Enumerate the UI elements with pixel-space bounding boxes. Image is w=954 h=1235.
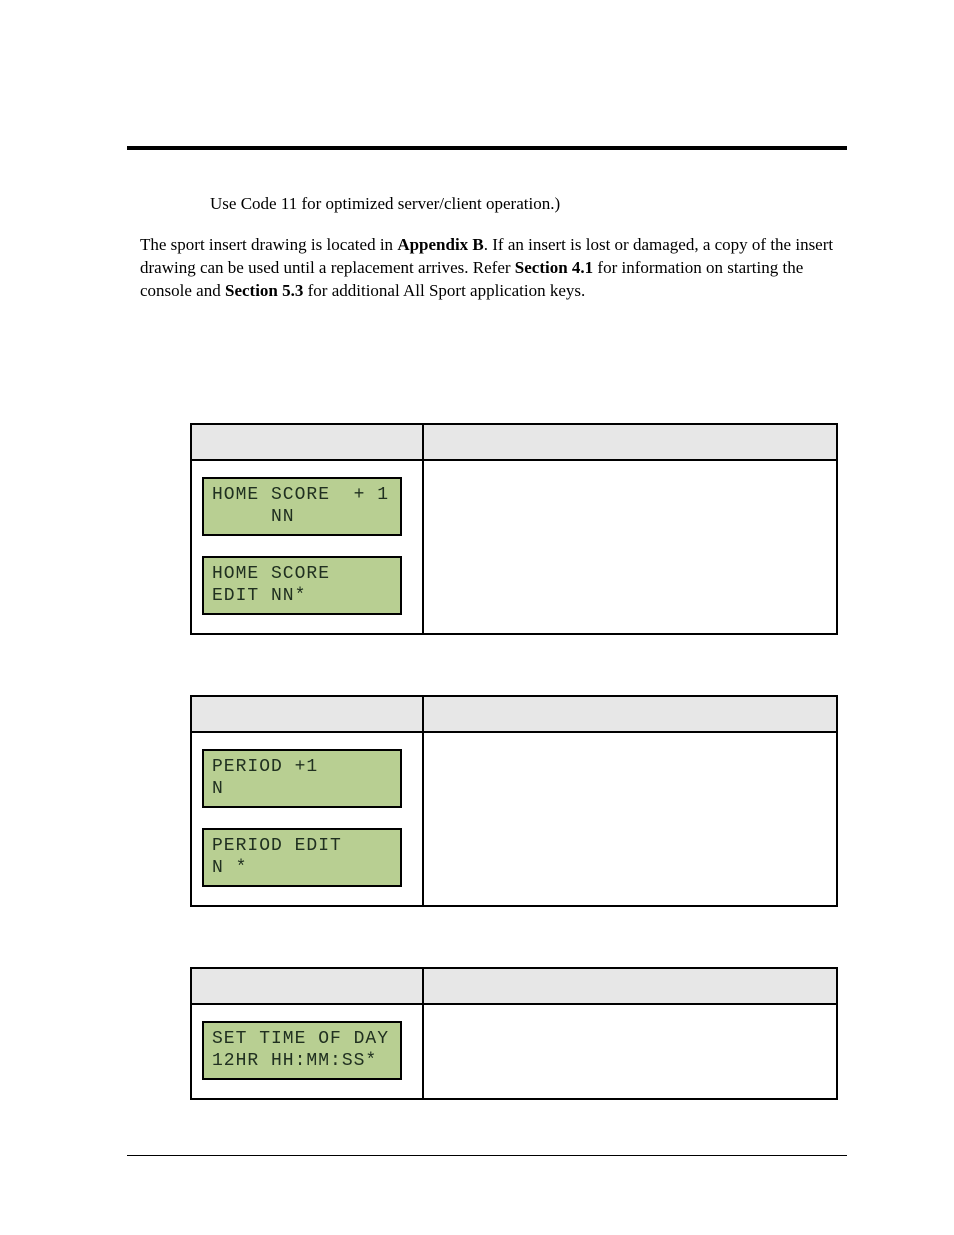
para-text: for additional All Sport application key… [303, 281, 585, 300]
lcd-display: SET TIME OF DAY 12HR HH:MM:SS* [202, 1021, 402, 1080]
description-cell [423, 732, 837, 906]
table-row: HOME SCORE + 1 NN HOME SCORE EDIT NN* [191, 460, 837, 634]
lcd-table-1: HOME SCORE + 1 NN HOME SCORE EDIT NN* [190, 423, 838, 635]
lcd-display: HOME SCORE EDIT NN* [202, 556, 402, 615]
section-ref-53: Section 5.3 [225, 281, 303, 300]
lcd-cell: SET TIME OF DAY 12HR HH:MM:SS* [191, 1004, 423, 1099]
body-paragraph: The sport insert drawing is located in A… [140, 234, 847, 303]
intro-line: Use Code 11 for optimized server/client … [210, 193, 847, 216]
table-header-right [423, 424, 837, 460]
table-header-left [191, 968, 423, 1004]
page: Use Code 11 for optimized server/client … [0, 0, 954, 1235]
lcd-cell: PERIOD +1 N PERIOD EDIT N * [191, 732, 423, 906]
table-header-left [191, 424, 423, 460]
table-header-right [423, 696, 837, 732]
bottom-rule [127, 1155, 847, 1156]
table-row: PERIOD +1 N PERIOD EDIT N * [191, 732, 837, 906]
lcd-table-3: SET TIME OF DAY 12HR HH:MM:SS* [190, 967, 838, 1100]
lcd-cell: HOME SCORE + 1 NN HOME SCORE EDIT NN* [191, 460, 423, 634]
description-cell [423, 460, 837, 634]
lcd-display: PERIOD +1 N [202, 749, 402, 808]
tables-container: HOME SCORE + 1 NN HOME SCORE EDIT NN* [190, 423, 837, 1100]
table-header-left [191, 696, 423, 732]
lcd-display: PERIOD EDIT N * [202, 828, 402, 887]
table-header-right [423, 968, 837, 1004]
lcd-table-2: PERIOD +1 N PERIOD EDIT N * [190, 695, 838, 907]
appendix-ref: Appendix B [397, 235, 483, 254]
section-ref-41: Section 4.1 [515, 258, 593, 277]
para-text: The sport insert drawing is located in [140, 235, 397, 254]
top-rule [127, 146, 847, 150]
lcd-display: HOME SCORE + 1 NN [202, 477, 402, 536]
description-cell [423, 1004, 837, 1099]
table-row: SET TIME OF DAY 12HR HH:MM:SS* [191, 1004, 837, 1099]
content-area: Use Code 11 for optimized server/client … [140, 193, 847, 1100]
